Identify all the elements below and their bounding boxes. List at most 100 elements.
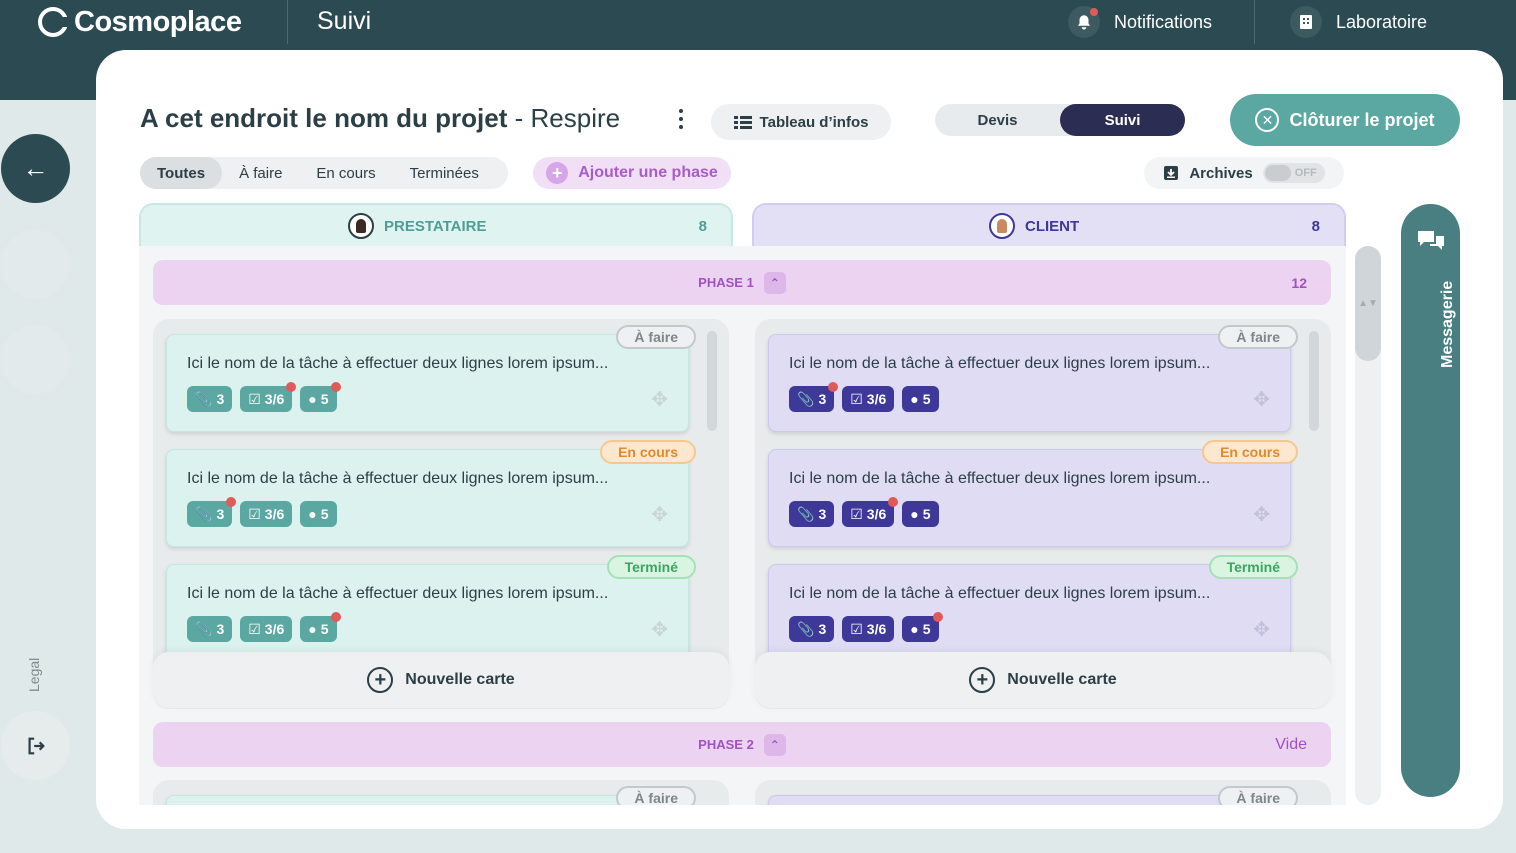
divider (287, 0, 288, 44)
paperclip-icon: 📎 (195, 620, 213, 637)
task-card[interactable]: Terminé Ici le nom de la tâche à effectu… (166, 555, 696, 662)
attachments-chip[interactable]: 📎 3 (789, 501, 835, 527)
checkbox-icon: ☑ (850, 620, 863, 637)
paperclip-icon: 📎 (195, 505, 213, 522)
comment-icon: ● (910, 506, 919, 522)
comments-chip[interactable]: ● 5 (300, 612, 341, 642)
checklist-chip[interactable]: ☑ 3/6 (240, 501, 293, 527)
project-title: A cet endroit le nom du projet - Respire (140, 103, 621, 133)
notifications-button[interactable]: Notifications (1068, 6, 1212, 38)
phase-header[interactable]: PHASE 1 ⌃ 12 (153, 260, 1331, 305)
comments-chip[interactable]: ● 5 (902, 501, 939, 527)
move-icon[interactable]: ✥ (651, 617, 668, 642)
arrow-left-icon: ← (22, 153, 49, 183)
move-icon[interactable]: ✥ (1253, 617, 1270, 642)
attachments-chip[interactable]: 📎 3 (187, 497, 237, 527)
task-card[interactable]: En cours Ici le nom de la tâche à effect… (768, 440, 1298, 547)
task-card[interactable]: À faire (166, 786, 696, 805)
move-icon[interactable]: ✥ (1253, 387, 1270, 412)
close-project-button[interactable]: ✕ Clôturer le projet (1230, 94, 1460, 146)
laboratory-button[interactable]: Laboratoire (1290, 6, 1427, 38)
add-phase-button[interactable]: + Ajouter une phase (533, 157, 731, 189)
archive-icon (1164, 166, 1179, 180)
comment-icon: ● (308, 506, 317, 522)
checklist-chip[interactable]: ☑ 3/6 (842, 616, 895, 642)
checklist-chip[interactable]: ☑ 3/6 (842, 497, 899, 527)
task-lane-client: À faire (755, 780, 1331, 805)
sidebar-placeholder[interactable] (1, 325, 70, 394)
info-table-button[interactable]: Tableau d’infos (711, 104, 891, 140)
attachments-chip[interactable]: 📎 3 (789, 382, 839, 412)
more-options-icon[interactable] (679, 109, 683, 129)
status-badge: En cours (600, 440, 696, 464)
table-icon (733, 116, 752, 129)
attachments-chip[interactable]: 📎 3 (187, 386, 233, 412)
checklist-chip[interactable]: ☑ 3/6 (240, 616, 293, 642)
task-card[interactable]: À faire Ici le nom de la tâche à effectu… (768, 325, 1298, 432)
task-card[interactable]: À faire (768, 786, 1298, 805)
paperclip-icon: 📎 (797, 390, 815, 407)
task-card[interactable]: Terminé Ici le nom de la tâche à effectu… (768, 555, 1298, 662)
logout-button[interactable] (1, 711, 70, 780)
move-icon[interactable]: ✥ (651, 387, 668, 412)
column-count: 8 (1311, 217, 1320, 235)
alert-dot (330, 612, 341, 622)
attachments-chip[interactable]: 📎 3 (187, 616, 233, 642)
status-badge: À faire (1218, 325, 1298, 349)
move-icon[interactable]: ✥ (651, 502, 668, 527)
tab-suivi[interactable]: Suivi (1060, 104, 1185, 136)
scroll-thumb[interactable]: ▲▼ (1355, 246, 1381, 361)
filter-done[interactable]: Terminées (393, 157, 496, 189)
new-card-button[interactable]: + Nouvelle carte (755, 652, 1331, 708)
logout-icon (27, 737, 45, 754)
avatar (348, 213, 374, 239)
column-header-client: CLIENT 8 (752, 203, 1346, 247)
scrollbar[interactable] (707, 331, 717, 431)
checkbox-icon: ☑ (850, 390, 863, 407)
comment-icon: ● (308, 391, 317, 407)
checklist-chip[interactable]: ☑ 3/6 (842, 386, 895, 412)
scrollbar[interactable] (1309, 331, 1319, 431)
status-badge: À faire (1218, 786, 1298, 805)
plus-circle-icon: + (367, 667, 394, 693)
chevron-up-icon[interactable]: ⌃ (763, 733, 786, 756)
column-header-prestataire: PRESTATAIRE 8 (139, 203, 733, 247)
paperclip-icon: 📎 (797, 620, 815, 637)
paperclip-icon: 📎 (195, 390, 213, 407)
task-lane-prestataire: À faire (153, 780, 729, 805)
alert-dot (828, 382, 839, 392)
notification-dot (1090, 8, 1098, 16)
filter-all[interactable]: Toutes (140, 157, 223, 189)
board-scrollbar[interactable]: ▲▼ (1355, 246, 1381, 805)
filter-todo[interactable]: À faire (222, 157, 299, 189)
checkbox-icon: ☑ (248, 505, 261, 522)
comments-chip[interactable]: ● 5 (902, 612, 943, 642)
sidebar-placeholder[interactable] (1, 230, 70, 299)
column-count: 8 (698, 217, 707, 235)
filter-in-progress[interactable]: En cours (299, 157, 392, 189)
archives-toggle[interactable]: OFF (1262, 163, 1325, 183)
chevron-up-icon[interactable]: ⌃ (763, 271, 786, 294)
back-button[interactable]: ← (1, 134, 70, 203)
comments-chip[interactable]: ● 5 (902, 386, 939, 412)
alert-dot (330, 382, 341, 392)
task-card[interactable]: En cours Ici le nom de la tâche à effect… (166, 440, 696, 547)
status-badge: À faire (616, 786, 696, 805)
comments-chip[interactable]: ● 5 (300, 382, 341, 412)
app-logo[interactable]: Cosmoplace (38, 4, 242, 40)
checklist-chip[interactable]: ☑ 3/6 (240, 382, 297, 412)
attachments-chip[interactable]: 📎 3 (789, 616, 835, 642)
move-icon[interactable]: ✥ (1253, 502, 1270, 527)
new-card-button[interactable]: + Nouvelle carte (153, 652, 729, 708)
legal-link[interactable]: Legal (26, 658, 42, 692)
comment-icon: ● (910, 391, 919, 407)
archives-control: Archives OFF (1144, 157, 1344, 189)
tab-devis[interactable]: Devis (935, 104, 1060, 136)
messaging-panel[interactable]: Messagerie (1401, 204, 1460, 797)
alert-dot (226, 497, 237, 507)
close-circle-icon: ✕ (1255, 108, 1280, 132)
task-card[interactable]: À faire Ici le nom de la tâche à effectu… (166, 325, 696, 432)
chat-icon (1418, 231, 1444, 250)
comments-chip[interactable]: ● 5 (300, 501, 337, 527)
phase-header[interactable]: PHASE 2 ⌃ Vide (153, 722, 1331, 767)
